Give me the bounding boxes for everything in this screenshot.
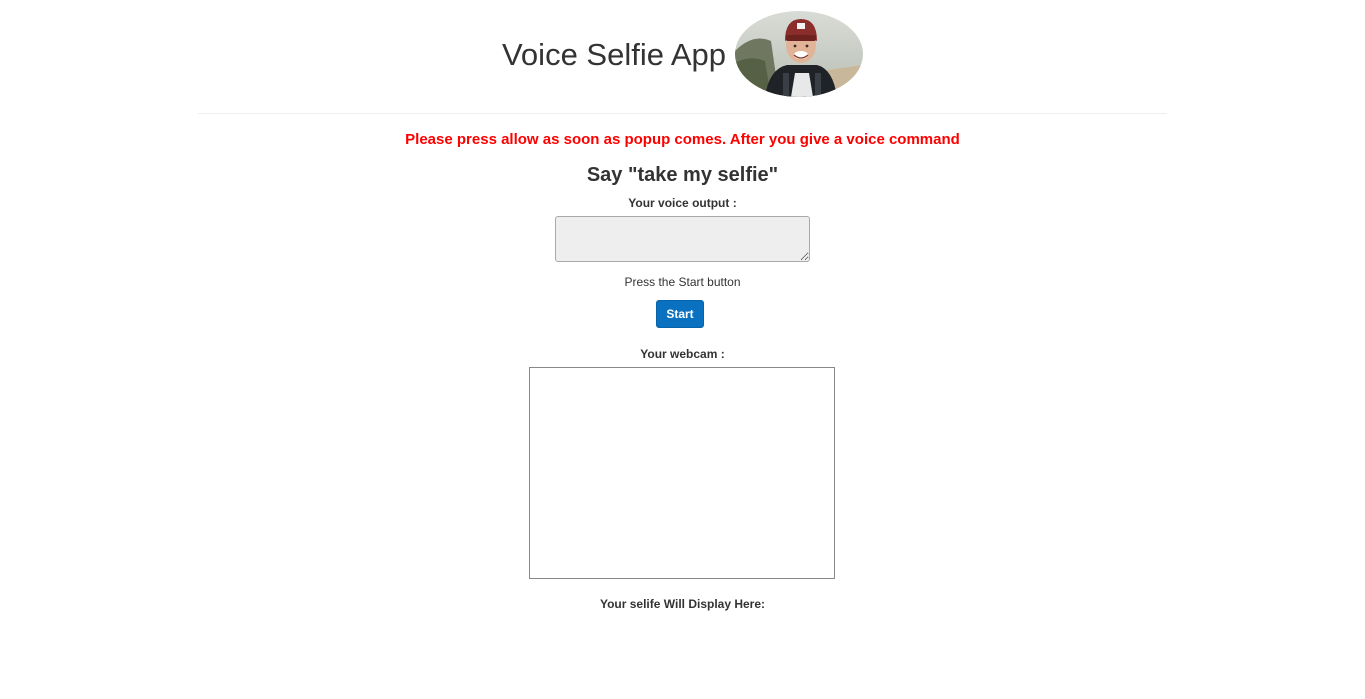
avatar-photo-icon xyxy=(735,11,864,97)
start-button[interactable]: Start xyxy=(656,300,704,328)
voice-output-field[interactable] xyxy=(555,216,810,262)
webcam-preview xyxy=(529,367,835,579)
app-title: Voice Selfie App xyxy=(501,36,727,72)
voice-output-label: Your voice output : xyxy=(628,196,737,210)
permission-notice: Please press allow as soon as popup come… xyxy=(405,131,960,148)
header-divider xyxy=(198,113,1167,114)
header: Voice Selfie App xyxy=(0,10,1365,98)
selfie-display-label: Your selife Will Display Here: xyxy=(599,597,766,611)
voice-selfie-page: Voice Selfie App Please press allow as s… xyxy=(0,0,1365,699)
status-text: Press the Start button xyxy=(624,275,741,289)
voice-instruction: Say "take my selfie" xyxy=(586,164,779,186)
webcam-label: Your webcam : xyxy=(640,347,725,361)
